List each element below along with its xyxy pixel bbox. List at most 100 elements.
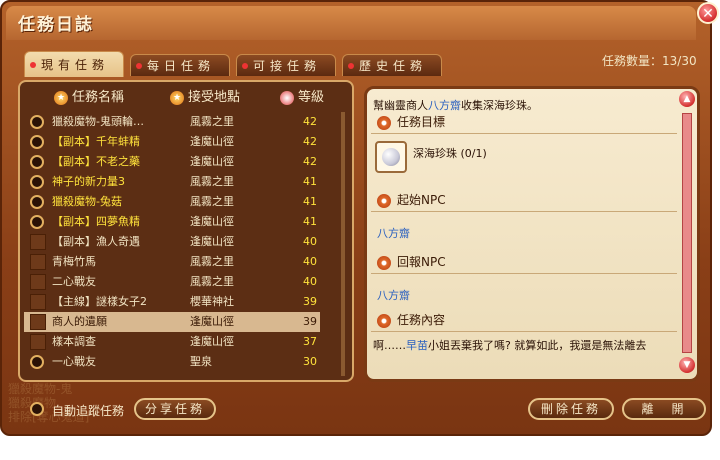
item-name: 深海珍珠 (0/1): [413, 147, 487, 160]
quest-level: 39: [303, 295, 317, 308]
quest-row[interactable]: 獵殺魔物-兔菇 風霧之里 41: [24, 192, 320, 212]
quest-row[interactable]: 神子的新力量3 風霧之里 41: [24, 172, 320, 192]
quest-row[interactable]: 商人的遺願 逢魔山徑 39: [24, 312, 320, 332]
tab-history[interactable]: 歷史任務: [342, 54, 442, 76]
track-checkbox[interactable]: [30, 115, 44, 129]
tab-dot-icon: [348, 63, 354, 69]
quest-marker: [30, 254, 46, 270]
quest-log-window: 任務日誌 任務數量：13/30 現有任務 每日任務 可接任務 歷史任務 ★ 任務名…: [0, 0, 712, 436]
list-header: ★ 任務名稱 ★ 接受地點 等級: [24, 88, 348, 108]
quest-row[interactable]: 【副本】漁人奇遇 逢魔山徑 40: [24, 232, 320, 252]
quest-row[interactable]: 【主線】謎樣女子2 櫻華神社 39: [24, 292, 320, 312]
header-name[interactable]: ★ 任務名稱: [54, 88, 124, 108]
track-checkbox[interactable]: [30, 155, 44, 169]
tab-available[interactable]: 可接任務: [236, 54, 336, 76]
quest-name: 二心戰友: [52, 275, 96, 288]
header-level-label: 等級: [298, 90, 325, 105]
tab-current[interactable]: 現有任務: [24, 51, 124, 77]
quest-name: 神子的新力量3: [52, 175, 125, 188]
quest-row[interactable]: 【副本】千年蚌精 逢魔山徑 42: [24, 132, 320, 152]
quest-row[interactable]: 【副本】四夢魚精 逢魔山徑 41: [24, 212, 320, 232]
share-quest-button[interactable]: 分享任務: [134, 398, 216, 420]
quest-row[interactable]: 【副本】不老之藥 逢魔山徑 42: [24, 152, 320, 172]
title-bar[interactable]: [6, 6, 696, 40]
tab-label: 歷史任務: [359, 59, 428, 73]
quest-location: 逢魔山徑: [190, 135, 234, 148]
quest-detail-panel: 幫幽靈商人八方齋收集深海珍珠。 任務目標 深海珍珠 (0/1) 起始NPC 八方…: [364, 86, 700, 382]
track-checkbox[interactable]: [30, 215, 44, 229]
scroll-down-icon[interactable]: ▼: [679, 357, 695, 373]
gem-icon: [280, 90, 294, 105]
scroll-track[interactable]: [682, 113, 692, 353]
quest-name: 獵殺魔物-鬼頭輪…: [52, 115, 144, 128]
leave-button[interactable]: 離 開: [622, 398, 706, 420]
quest-name: 【副本】漁人奇遇: [52, 235, 140, 248]
quest-level: 40: [303, 235, 317, 248]
track-checkbox[interactable]: [30, 175, 44, 189]
quest-level: 37: [303, 335, 317, 348]
quest-level: 42: [303, 115, 317, 128]
tab-label: 每日任務: [147, 59, 216, 73]
window-title: 任務日誌: [18, 15, 94, 35]
tab-dot-icon: [242, 63, 248, 69]
tab-daily[interactable]: 每日任務: [130, 54, 230, 76]
auto-track-label: 自動追蹤任務: [52, 404, 125, 418]
quest-name: 【主線】謎樣女子2: [52, 295, 147, 308]
quest-marker: [30, 314, 46, 330]
header-location[interactable]: ★ 接受地點: [170, 88, 240, 108]
star-icon: ★: [170, 90, 184, 105]
track-checkbox[interactable]: [30, 355, 44, 369]
quest-name: 一心戰友: [52, 355, 96, 368]
quest-location: 風霧之里: [190, 115, 234, 128]
section-icon: [377, 193, 391, 208]
quest-row[interactable]: 青梅竹馬 風霧之里 40: [24, 252, 320, 272]
auto-track-checkbox[interactable]: [30, 402, 44, 416]
content-name-link[interactable]: 早苗: [406, 339, 428, 352]
quest-row[interactable]: 獵殺魔物-鬼頭輪… 風霧之里 42: [24, 112, 320, 132]
header-level[interactable]: 等級: [280, 88, 324, 108]
list-scrollbar[interactable]: [338, 112, 348, 376]
quest-location: 風霧之里: [190, 275, 234, 288]
report-npc-header-label: 回報NPC: [397, 255, 446, 269]
detail-scrollbar[interactable]: ▲ ▼: [679, 91, 695, 375]
pearl-icon: [382, 148, 400, 166]
detail-content: 幫幽靈商人八方齋收集深海珍珠。 任務目標 深海珍珠 (0/1) 起始NPC 八方…: [371, 93, 677, 375]
tab-label: 現有任務: [41, 58, 110, 72]
content-suffix: 小姐丟棄我了嗎? 就算如此，我還是無法離去: [428, 339, 647, 352]
report-npc-header: 回報NPC: [371, 251, 677, 274]
quest-location: 風霧之里: [190, 195, 234, 208]
quest-location: 風霧之里: [190, 175, 234, 188]
quest-name: 獵殺魔物-兔菇: [52, 195, 122, 208]
start-npc-header: 起始NPC: [371, 189, 677, 212]
report-npc-link[interactable]: 八方齋: [377, 287, 410, 303]
item-slot[interactable]: [375, 141, 407, 173]
section-icon: [377, 313, 391, 328]
quest-count: 任務數量：13/30: [602, 54, 697, 68]
start-npc-link[interactable]: 八方齋: [377, 225, 410, 241]
content-header-label: 任務內容: [397, 313, 446, 327]
quest-level: 39: [303, 315, 317, 328]
delete-quest-button[interactable]: 刪除任務: [528, 398, 614, 420]
bottom-bar: 自動追蹤任務 分享任務 刪除任務 離 開: [18, 398, 708, 424]
quest-row[interactable]: 樣本調查 逢魔山徑 37: [24, 332, 320, 352]
quest-location: 風霧之里: [190, 255, 234, 268]
quest-name: 【副本】千年蚌精: [52, 135, 140, 148]
quest-marker: [30, 294, 46, 310]
tab-dot-icon: [136, 63, 142, 69]
track-checkbox[interactable]: [30, 135, 44, 149]
quest-location: 逢魔山徑: [190, 235, 234, 248]
quest-row[interactable]: 一心戰友 聖泉 30: [24, 352, 320, 372]
quest-name: 青梅竹馬: [52, 255, 96, 268]
quest-location: 櫻華神社: [190, 295, 234, 308]
scroll-up-icon[interactable]: ▲: [679, 91, 695, 107]
quest-marker: [30, 274, 46, 290]
header-name-label: 任務名稱: [72, 90, 125, 105]
close-icon[interactable]: ✕: [697, 2, 719, 24]
quest-row[interactable]: 二心戰友 風霧之里 40: [24, 272, 320, 292]
section-icon: [377, 255, 391, 270]
track-checkbox[interactable]: [30, 195, 44, 209]
objective-header-label: 任務目標: [397, 115, 446, 129]
quest-level: 40: [303, 255, 317, 268]
quest-location: 逢魔山徑: [190, 335, 234, 348]
quest-content-text: 啊……早苗小姐丟棄我了嗎? 就算如此，我還是無法離去: [373, 337, 646, 353]
